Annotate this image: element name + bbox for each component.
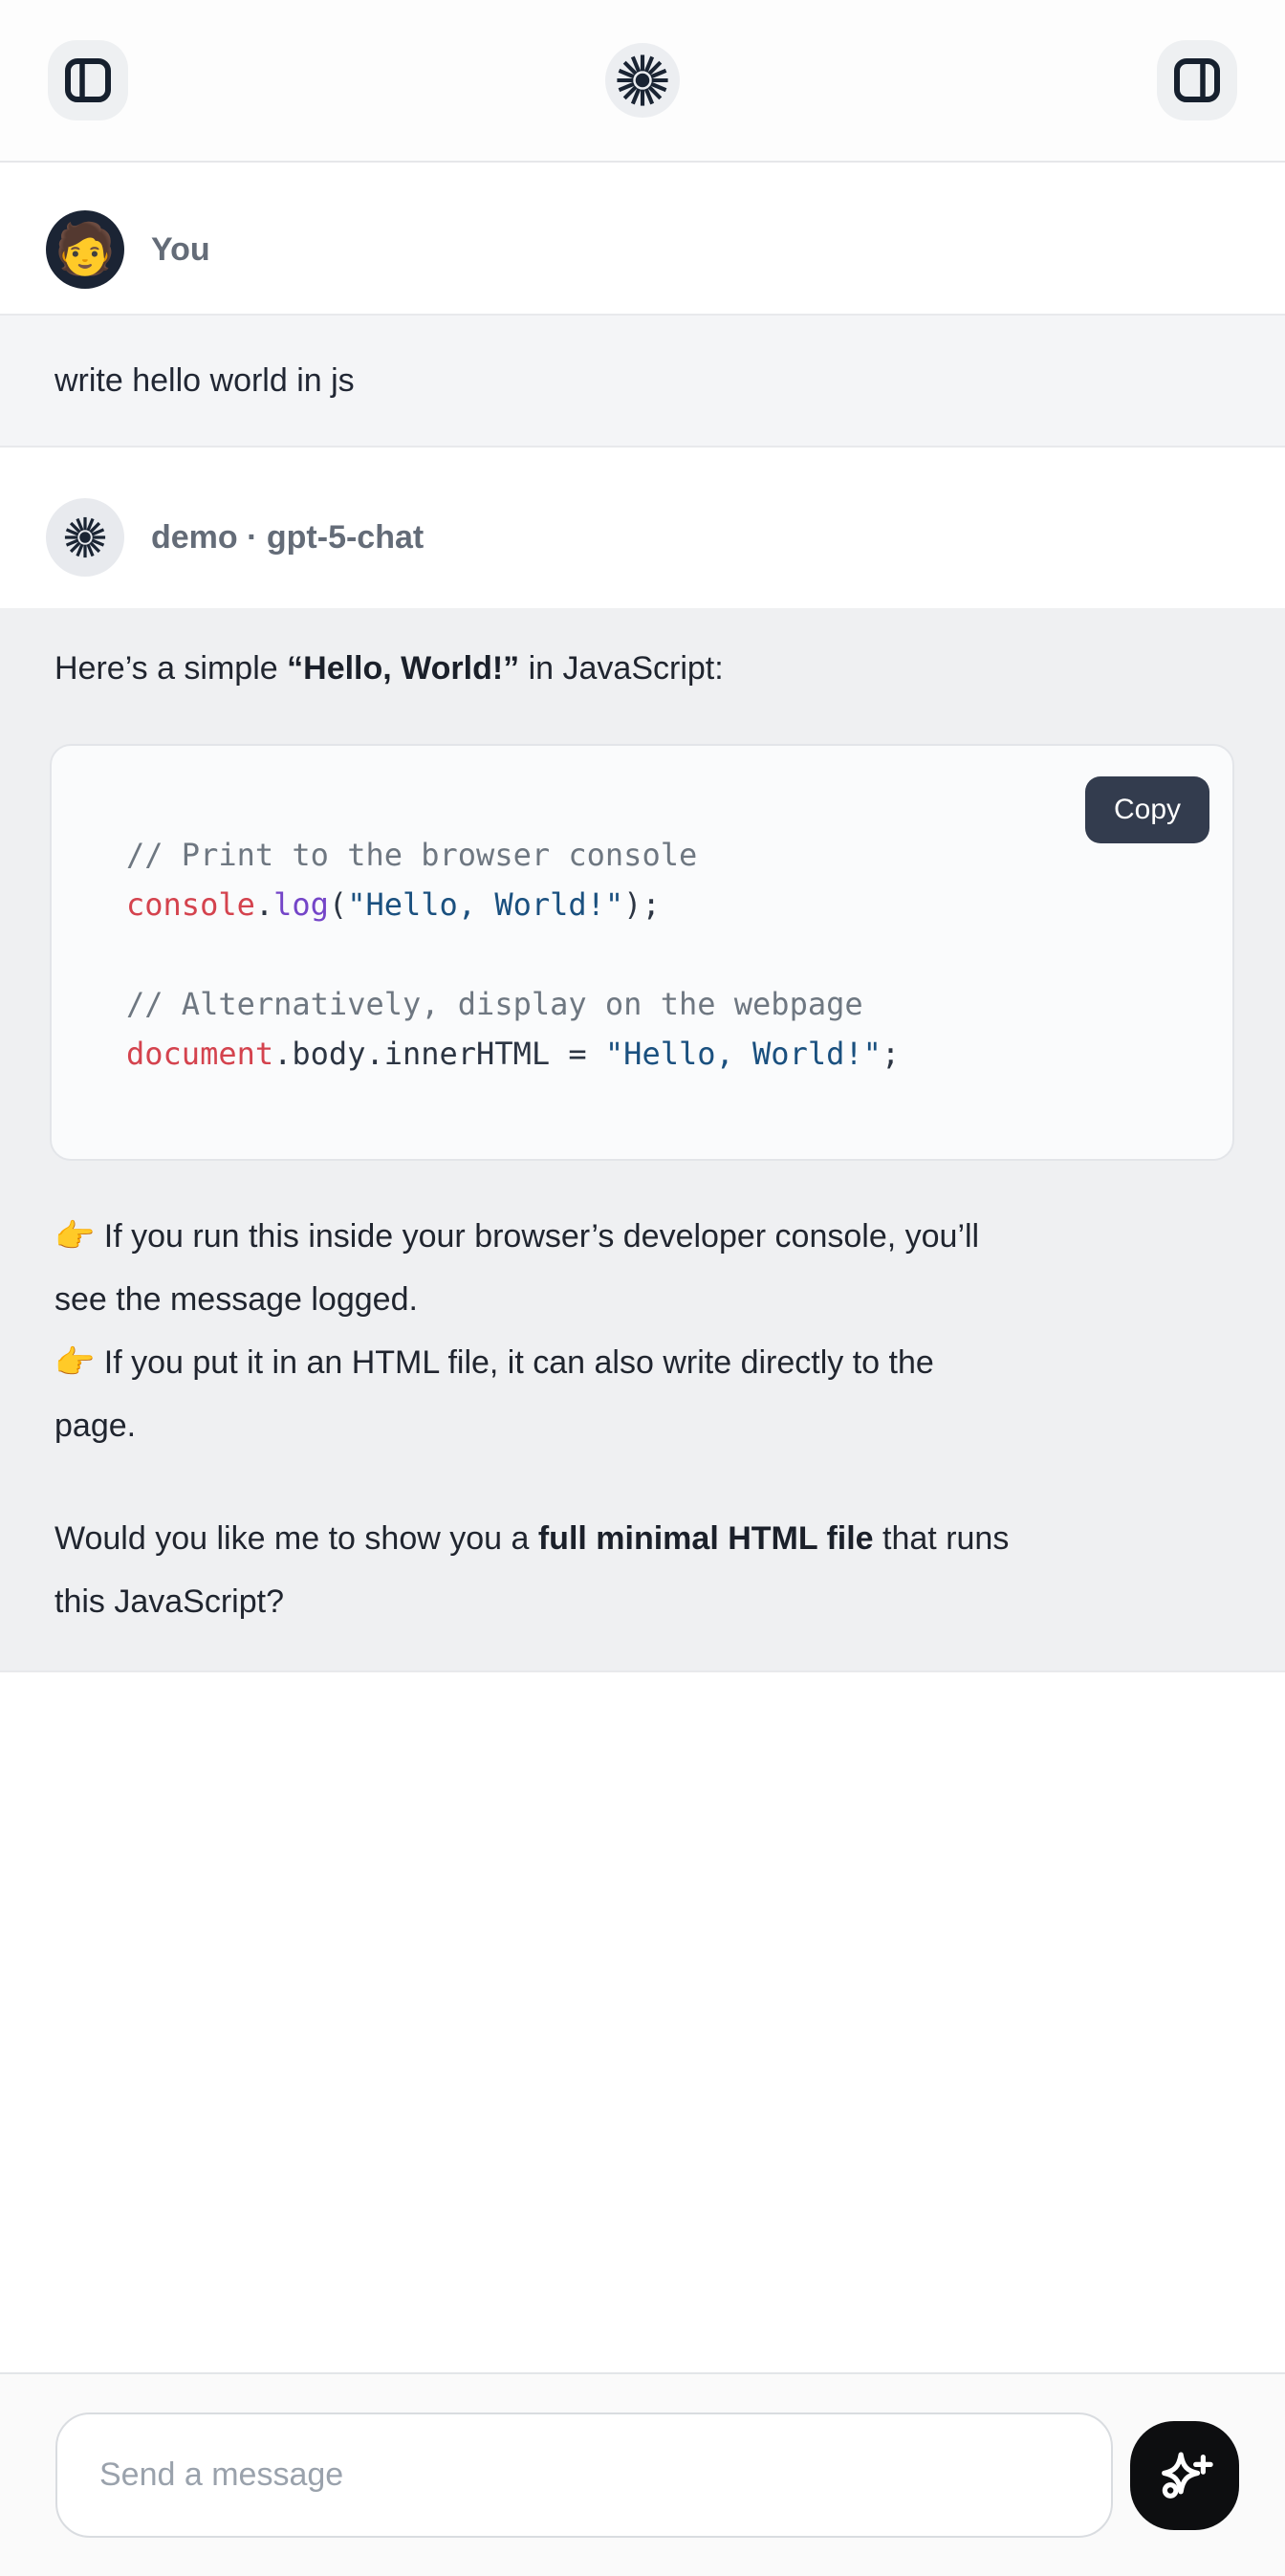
assistant-intro: Here’s a simple “Hello, World!” in JavaS…: [54, 637, 1231, 700]
code-token: // Print to the browser console: [126, 837, 697, 873]
user-message-header: 🧑 You: [0, 163, 1285, 314]
code-line: document.body.innerHTML = "Hello, World!…: [126, 1029, 1194, 1079]
assistant-paragraphs: 👉 If you run this inside your browser’s …: [54, 1205, 1231, 1633]
panel-right-icon: [1174, 58, 1220, 102]
code-line: // Alternatively, display on the webpage: [126, 979, 1194, 1029]
panel-right-toggle-button[interactable]: [1157, 40, 1237, 120]
message-input[interactable]: [55, 2412, 1113, 2538]
bold-text-segment: full minimal HTML file: [538, 1520, 874, 1557]
code-token: log: [273, 886, 329, 923]
code-token: .: [255, 886, 273, 923]
user-message-text: write hello world in js: [54, 362, 355, 400]
user-avatar: 🧑: [46, 210, 124, 289]
user-message: write hello world in js: [0, 314, 1285, 448]
assistant-message: Here’s a simple “Hello, World!” in JavaS…: [0, 608, 1285, 1672]
code-block-card: Copy // Print to the browser console cons…: [50, 744, 1234, 1161]
panel-left-icon: [65, 58, 111, 102]
user-name-label: You: [151, 231, 210, 269]
bold-text-segment: “Hello, World!”: [287, 650, 519, 687]
composer-bar: [0, 2372, 1285, 2576]
send-button[interactable]: [1130, 2421, 1239, 2530]
sparkle-plus-icon: [1155, 2446, 1214, 2505]
code-line: // Print to the browser console: [126, 830, 1194, 880]
code-token: (: [329, 886, 347, 923]
text-segment: Would you like me to show you a: [54, 1520, 538, 1557]
assistant-avatar: [46, 498, 124, 577]
copy-code-button[interactable]: Copy: [1085, 776, 1209, 843]
text-segment: in JavaScript:: [519, 650, 724, 687]
code-token: "Hello, World!": [605, 1036, 882, 1072]
text-segment: 👉 If you run this inside your browser’s …: [54, 1218, 979, 1444]
code-token: document: [126, 1036, 273, 1072]
assistant-message-header: demo · gpt-5-chat: [0, 448, 1285, 608]
code-token: // Alternatively, display on the webpage: [126, 986, 863, 1022]
empty-chat-space: [0, 1672, 1285, 2372]
code-token: "Hello, World!": [347, 886, 623, 923]
starburst-icon: [63, 515, 107, 559]
code-block: // Print to the browser console console.l…: [126, 830, 1194, 1079]
code-token: console: [126, 886, 255, 923]
assistant-model-label: demo · gpt-5-chat: [151, 519, 424, 557]
user-avatar-emoji: 🧑: [54, 225, 117, 274]
model-menu-button[interactable]: [605, 43, 680, 118]
top-bar: [0, 0, 1285, 163]
code-token: ;: [882, 1036, 900, 1072]
text-segment: Here’s a simple: [54, 650, 287, 687]
code-line: [126, 929, 1194, 979]
sidebar-toggle-button[interactable]: [48, 40, 128, 120]
code-line: console.log("Hello, World!");: [126, 880, 1194, 929]
assistant-paragraph: 👉 If you run this inside your browser’s …: [54, 1205, 1231, 1457]
assistant-paragraph: Would you like me to show you a full min…: [54, 1507, 1231, 1633]
assistant-paragraph: Here’s a simple “Hello, World!” in JavaS…: [54, 637, 1231, 700]
code-token: );: [623, 886, 661, 923]
starburst-icon: [615, 53, 670, 108]
code-token: .body.innerHTML =: [273, 1036, 605, 1072]
chat-scroll-area: 🧑 You write hello world in js demo · gpt…: [0, 163, 1285, 2372]
